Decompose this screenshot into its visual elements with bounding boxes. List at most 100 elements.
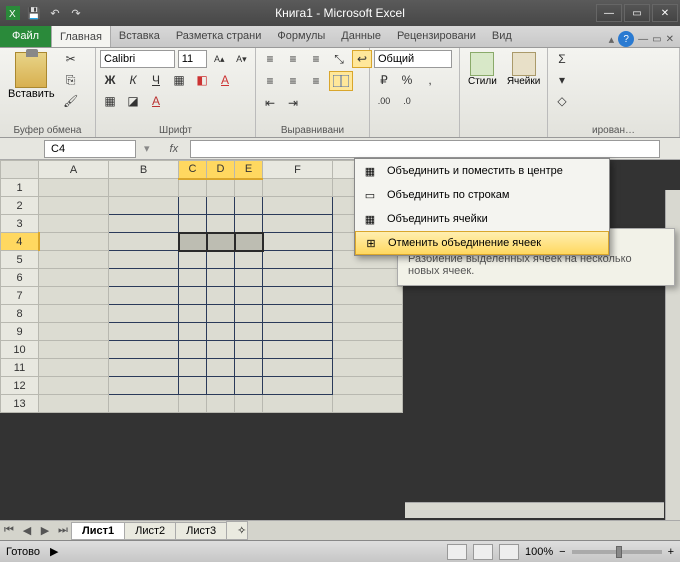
cell-E5[interactable] xyxy=(235,251,263,269)
format-painter-icon[interactable]: 🖌 xyxy=(61,92,81,110)
cell-A5[interactable] xyxy=(39,251,109,269)
align-top-icon[interactable]: ≡ xyxy=(260,50,280,68)
currency-icon[interactable]: ₽ xyxy=(374,71,394,89)
doc-minimize-icon[interactable]: — xyxy=(638,34,648,45)
cell-A4[interactable] xyxy=(39,233,109,251)
bold-icon[interactable]: Ж xyxy=(100,71,120,89)
cell-E8[interactable] xyxy=(235,305,263,323)
decrease-decimal-icon[interactable]: .0 xyxy=(397,92,417,110)
cell-F8[interactable] xyxy=(263,305,333,323)
cell-C1[interactable] xyxy=(179,179,207,197)
cell-B12[interactable] xyxy=(109,377,179,395)
column-header-A[interactable]: A xyxy=(39,161,109,179)
increase-font-icon[interactable]: A▴ xyxy=(210,50,229,68)
zoom-in-icon[interactable]: + xyxy=(668,546,674,558)
cell-G9[interactable] xyxy=(333,323,403,341)
cell-A3[interactable] xyxy=(39,215,109,233)
cell-F5[interactable] xyxy=(263,251,333,269)
cell-G7[interactable] xyxy=(333,287,403,305)
column-header-E[interactable]: E xyxy=(235,161,263,179)
align-right-icon[interactable]: ≡ xyxy=(306,72,326,90)
cell-B4[interactable] xyxy=(109,233,179,251)
cell-D11[interactable] xyxy=(207,359,235,377)
cell-F9[interactable] xyxy=(263,323,333,341)
cell-E6[interactable] xyxy=(235,269,263,287)
cell-G10[interactable] xyxy=(333,341,403,359)
sheet-tab-2[interactable]: Лист2 xyxy=(124,522,176,540)
menu-merge-cells[interactable]: ▦ Объединить ячейки xyxy=(355,207,609,231)
row-header-7[interactable]: 7 xyxy=(1,287,39,305)
zoom-out-icon[interactable]: − xyxy=(559,546,565,558)
column-header-B[interactable]: B xyxy=(109,161,179,179)
more-font-icon[interactable]: A xyxy=(146,92,166,110)
cell-G13[interactable] xyxy=(333,395,403,413)
cell-E12[interactable] xyxy=(235,377,263,395)
cell-C9[interactable] xyxy=(179,323,207,341)
row-header-12[interactable]: 12 xyxy=(1,377,39,395)
cell-F6[interactable] xyxy=(263,269,333,287)
page-break-view-icon[interactable] xyxy=(499,544,519,560)
cell-F2[interactable] xyxy=(263,197,333,215)
cell-E10[interactable] xyxy=(235,341,263,359)
cell-E13[interactable] xyxy=(235,395,263,413)
number-format-combo[interactable]: Общий xyxy=(374,50,452,68)
tab-insert[interactable]: Вставка xyxy=(111,25,168,47)
cell-F10[interactable] xyxy=(263,341,333,359)
cell-G11[interactable] xyxy=(333,359,403,377)
cells-button[interactable]: Ячейки xyxy=(503,50,545,89)
cell-B11[interactable] xyxy=(109,359,179,377)
normal-view-icon[interactable] xyxy=(447,544,467,560)
cell-E9[interactable] xyxy=(235,323,263,341)
save-icon[interactable]: 💾 xyxy=(25,4,43,22)
align-center-icon[interactable]: ≡ xyxy=(283,72,303,90)
clear-icon[interactable]: ◇ xyxy=(552,92,572,110)
sheet-nav-next-icon[interactable]: ▶ xyxy=(36,522,54,540)
cell-B6[interactable] xyxy=(109,269,179,287)
increase-decimal-icon[interactable]: .00 xyxy=(374,92,394,110)
cell-B13[interactable] xyxy=(109,395,179,413)
italic-icon[interactable]: К xyxy=(123,71,143,89)
fill-icon[interactable]: ◪ xyxy=(123,92,143,110)
font-name-combo[interactable]: Calibri xyxy=(100,50,175,68)
cell-F1[interactable] xyxy=(263,179,333,197)
cell-E2[interactable] xyxy=(235,197,263,215)
percent-icon[interactable]: % xyxy=(397,71,417,89)
maximize-button[interactable]: ▭ xyxy=(624,4,650,22)
cell-E4[interactable] xyxy=(235,233,263,251)
row-header-11[interactable]: 11 xyxy=(1,359,39,377)
cell-C4[interactable] xyxy=(179,233,207,251)
cell-C3[interactable] xyxy=(179,215,207,233)
cell-B1[interactable] xyxy=(109,179,179,197)
cell-A8[interactable] xyxy=(39,305,109,323)
cell-G8[interactable] xyxy=(333,305,403,323)
excel-icon[interactable]: X xyxy=(4,4,22,22)
cell-A10[interactable] xyxy=(39,341,109,359)
row-header-1[interactable]: 1 xyxy=(1,179,39,197)
align-middle-icon[interactable]: ≡ xyxy=(283,50,303,68)
formula-input[interactable] xyxy=(190,140,660,158)
cell-C2[interactable] xyxy=(179,197,207,215)
cell-C8[interactable] xyxy=(179,305,207,323)
paste-button[interactable]: Вставить xyxy=(4,50,59,102)
cell-A1[interactable] xyxy=(39,179,109,197)
zoom-level[interactable]: 100% xyxy=(525,546,553,558)
wrap-text-icon[interactable]: ↩ xyxy=(352,50,372,68)
cell-D4[interactable] xyxy=(207,233,235,251)
column-header-C[interactable]: C xyxy=(179,161,207,179)
fx-icon[interactable]: fx xyxy=(170,143,179,155)
row-header-5[interactable]: 5 xyxy=(1,251,39,269)
border-icon[interactable]: ▦ xyxy=(169,71,189,89)
cell-F13[interactable] xyxy=(263,395,333,413)
tab-review[interactable]: Рецензировани xyxy=(389,25,484,47)
row-header-8[interactable]: 8 xyxy=(1,305,39,323)
horizontal-scrollbar[interactable] xyxy=(405,502,664,518)
copy-icon[interactable]: ⎘ xyxy=(61,71,81,89)
row-header-3[interactable]: 3 xyxy=(1,215,39,233)
tab-home[interactable]: Главная xyxy=(51,25,111,47)
zoom-slider[interactable] xyxy=(572,550,662,554)
sheet-nav-prev-icon[interactable]: ◀ xyxy=(18,522,36,540)
menu-unmerge-cells[interactable]: ⊞ Отменить объединение ячеек xyxy=(355,231,609,255)
row-header-9[interactable]: 9 xyxy=(1,323,39,341)
merge-cells-button[interactable] xyxy=(329,71,353,91)
underline-icon[interactable]: Ч xyxy=(146,71,166,89)
